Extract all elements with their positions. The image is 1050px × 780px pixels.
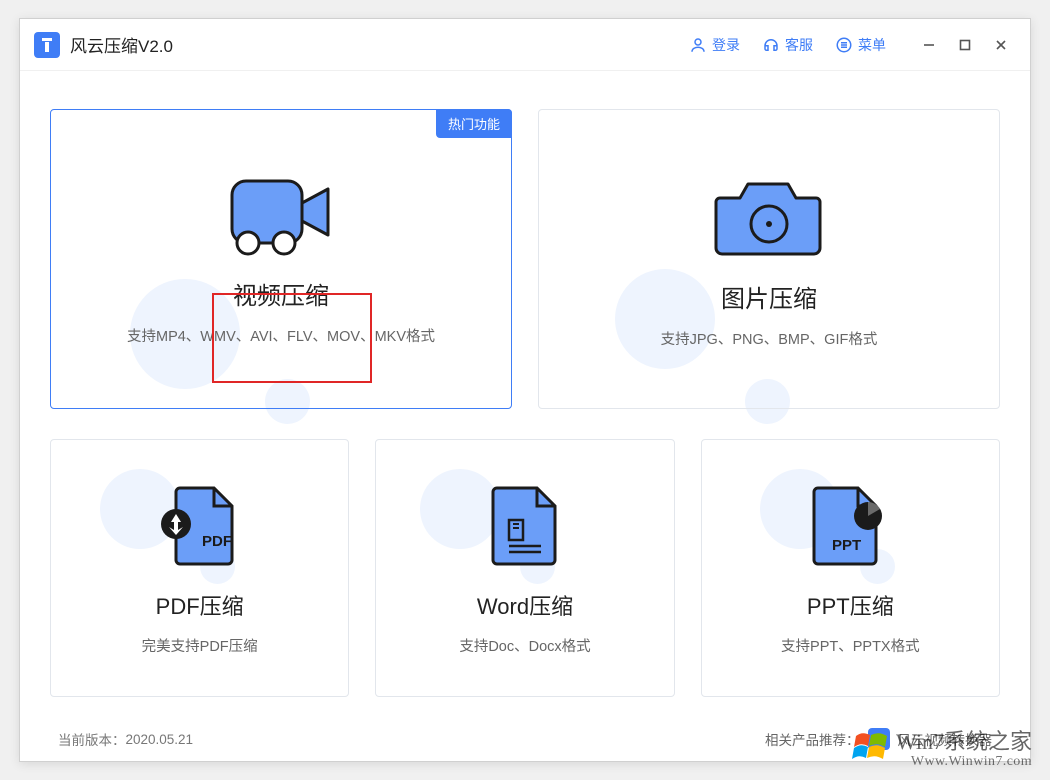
- headset-icon: [762, 36, 780, 54]
- main-content: 热门功能 视频压缩 支持MP4、WMV、AVI、FLV、MOV、MKV格式: [20, 71, 1030, 717]
- svg-text:PDF: PDF: [202, 533, 232, 550]
- menu-button[interactable]: 菜单: [829, 31, 892, 59]
- card-desc: 支持Doc、Docx格式: [459, 635, 590, 656]
- app-logo-icon: [34, 32, 60, 58]
- card-title: PPT压缩: [807, 589, 894, 621]
- support-label: 客服: [785, 35, 813, 55]
- app-title: 风云压缩V2.0: [70, 32, 173, 57]
- ppt-icon: PPT: [804, 480, 896, 577]
- pdf-icon: PDF: [154, 480, 246, 577]
- camera-icon: [710, 170, 828, 267]
- card-title: PDF压缩: [156, 589, 244, 621]
- recommend-product[interactable]: 风云视频转换器: [898, 729, 993, 749]
- login-button[interactable]: 登录: [683, 31, 746, 59]
- svg-text:PPT: PPT: [832, 537, 861, 554]
- card-pdf-compress[interactable]: PDF PDF压缩 完美支持PDF压缩: [50, 439, 349, 697]
- maximize-button[interactable]: [950, 30, 980, 60]
- word-icon: [483, 480, 567, 577]
- user-icon: [689, 36, 707, 54]
- card-title: 图片压缩: [721, 279, 817, 314]
- card-ppt-compress[interactable]: PPT PPT压缩 支持PPT、PPTX格式: [701, 439, 1000, 697]
- card-title: Word压缩: [477, 589, 573, 621]
- card-title: 视频压缩: [233, 276, 329, 311]
- card-video-compress[interactable]: 热门功能 视频压缩 支持MP4、WMV、AVI、FLV、MOV、MKV格式: [50, 109, 512, 409]
- card-desc: 支持PPT、PPTX格式: [781, 635, 920, 656]
- card-desc: 支持JPG、PNG、BMP、GIF格式: [661, 328, 878, 349]
- minimize-button[interactable]: [914, 30, 944, 60]
- recommend-product-icon: [868, 728, 890, 750]
- footer: 当前版本： 2020.05.21 相关产品推荐： 风云视频转换器: [20, 717, 1030, 761]
- version-value: 2020.05.21: [126, 732, 194, 747]
- support-button[interactable]: 客服: [756, 31, 819, 59]
- menu-label: 菜单: [858, 35, 886, 55]
- app-window: 风云压缩V2.0 登录 客服 菜单 热门功能: [19, 18, 1031, 762]
- window-controls: [914, 30, 1016, 60]
- recommend-label: 相关产品推荐：: [765, 729, 860, 749]
- card-desc: 完美支持PDF压缩: [142, 635, 258, 656]
- card-image-compress[interactable]: 图片压缩 支持JPG、PNG、BMP、GIF格式: [538, 109, 1000, 409]
- card-desc: 支持MP4、WMV、AVI、FLV、MOV、MKV格式: [127, 325, 435, 346]
- hot-badge: 热门功能: [436, 109, 512, 138]
- titlebar: 风云压缩V2.0 登录 客服 菜单: [20, 19, 1030, 71]
- close-button[interactable]: [986, 30, 1016, 60]
- menu-icon: [835, 36, 853, 54]
- recommend-section: 相关产品推荐： 风云视频转换器: [765, 728, 992, 750]
- version-label: 当前版本：: [58, 729, 126, 749]
- video-icon: [226, 173, 336, 264]
- card-word-compress[interactable]: Word压缩 支持Doc、Docx格式: [375, 439, 674, 697]
- login-label: 登录: [712, 35, 740, 55]
